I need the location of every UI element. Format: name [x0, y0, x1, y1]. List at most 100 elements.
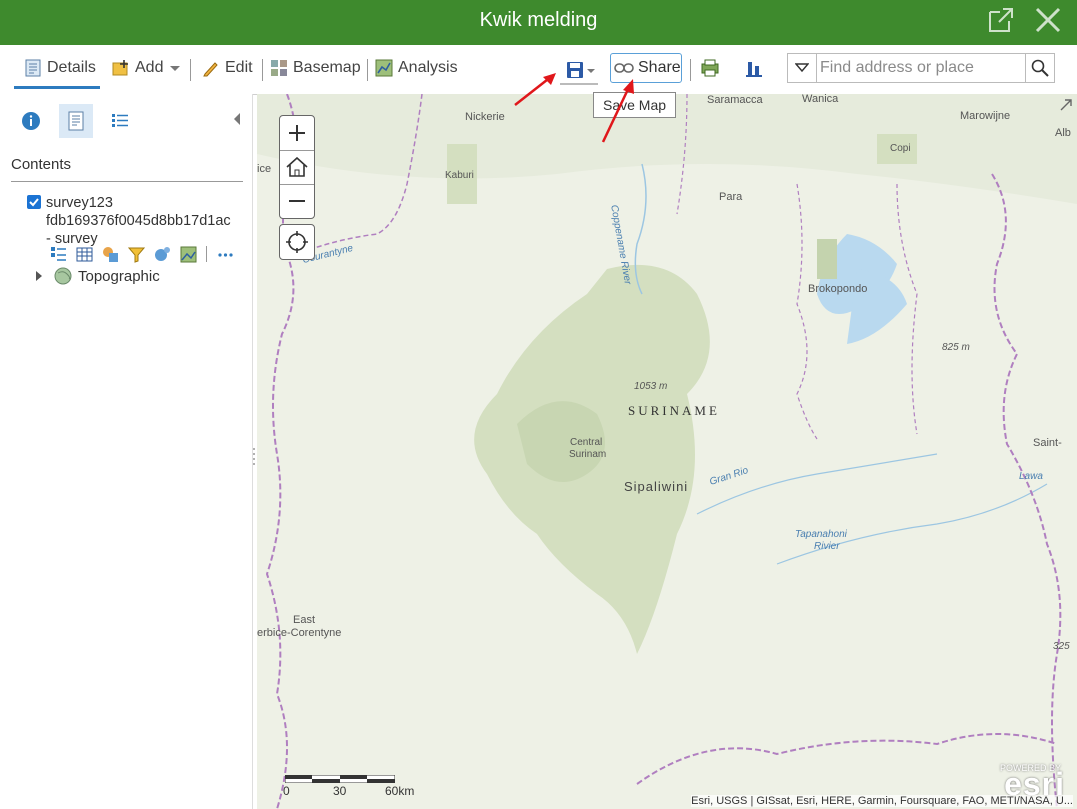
- layer-actions: [50, 245, 243, 263]
- details-icon: [25, 59, 41, 77]
- basemap-button[interactable]: Basemap: [270, 55, 361, 81]
- actions-divider: [206, 246, 207, 262]
- chevron-down-icon: [795, 63, 809, 73]
- map-label-lawa: Lawa: [1019, 471, 1043, 482]
- image-icon[interactable]: [180, 246, 197, 263]
- layer-topographic[interactable]: Topographic: [34, 267, 160, 285]
- basemap-label: Basemap: [293, 59, 361, 76]
- scale-label-60: 60km: [385, 784, 415, 798]
- topographic-basemap: [257, 94, 1077, 809]
- annotation-arrow-icon: [601, 79, 634, 143]
- map-label-sipaliwini: Sipaliwini: [624, 479, 689, 494]
- sidebar: Contents survey123 fdb169376f0045d8bb17d…: [0, 94, 253, 809]
- map-label-alb: Alb: [1055, 127, 1071, 139]
- basemap-icon: [271, 60, 287, 76]
- show-legend-icon[interactable]: [50, 246, 67, 263]
- map-label-brokopondo: Brokopondo: [808, 283, 868, 295]
- home-button[interactable]: [280, 150, 314, 185]
- scale-label-0: 0: [283, 784, 290, 798]
- basemap-globe-icon: [54, 267, 72, 285]
- layer-name: Topographic: [78, 267, 160, 285]
- map-label-berbice: erbice-Corentyne: [257, 627, 342, 639]
- save-button[interactable]: [560, 55, 598, 85]
- map-label-east: East: [293, 614, 316, 626]
- overview-toggle-icon[interactable]: [1059, 98, 1073, 112]
- add-layer-icon: [112, 60, 128, 76]
- tab-about[interactable]: [14, 104, 48, 138]
- layer-visibility-checkbox[interactable]: [27, 195, 41, 209]
- analysis-icon[interactable]: [154, 246, 171, 263]
- details-button[interactable]: Details: [24, 55, 96, 81]
- map-label-ice: ice: [257, 163, 272, 175]
- zoom-out-button[interactable]: [280, 184, 314, 218]
- search-input[interactable]: [818, 56, 1027, 80]
- annotation-arrow-icon: [514, 73, 556, 106]
- toolbar-divider: [262, 59, 263, 81]
- scale-bar: [285, 775, 395, 783]
- info-icon: [22, 112, 40, 130]
- edit-label: Edit: [225, 59, 253, 76]
- filter-icon[interactable]: [128, 246, 145, 263]
- analysis-label: Analysis: [398, 59, 458, 76]
- map-label-wanica: Wanica: [802, 94, 839, 105]
- toolbar-divider: [367, 59, 368, 81]
- change-style-icon[interactable]: [102, 246, 119, 263]
- layer-name[interactable]: survey123 fdb169376f0045d8bb17d1ac - sur…: [46, 194, 252, 248]
- scale-label-30: 30: [333, 784, 347, 798]
- search-button[interactable]: [1025, 54, 1054, 82]
- popout-icon[interactable]: [987, 6, 1015, 34]
- link-icon: [614, 63, 634, 73]
- add-button[interactable]: Add: [112, 55, 181, 81]
- tab-content[interactable]: [59, 104, 93, 138]
- toolbar-divider: [190, 59, 191, 81]
- analysis-button[interactable]: Analysis: [375, 55, 458, 81]
- save-icon: [567, 62, 583, 78]
- layer-name-line: survey123: [46, 195, 113, 211]
- print-button[interactable]: [700, 55, 720, 81]
- details-active-indicator: [14, 86, 100, 89]
- measure-icon: [746, 62, 762, 77]
- more-options-icon[interactable]: [217, 246, 234, 263]
- locate-button[interactable]: [279, 224, 315, 260]
- search-source-dropdown[interactable]: [788, 54, 817, 82]
- content-icon: [68, 111, 84, 131]
- add-label: Add: [135, 59, 164, 76]
- analysis-icon: [375, 59, 393, 77]
- tab-legend[interactable]: [103, 104, 137, 138]
- map-label-central: Central: [570, 437, 603, 448]
- close-icon[interactable]: [1033, 5, 1063, 35]
- search-box: [787, 53, 1055, 83]
- pencil-icon: [203, 62, 218, 77]
- map-view[interactable]: Nickerie Saramacca Wanica Marowijne Alb …: [257, 94, 1077, 809]
- contents-divider: [11, 181, 243, 182]
- chevron-down-icon: [170, 66, 181, 71]
- map-label-nickerie: Nickerie: [465, 111, 505, 123]
- plus-icon: [289, 125, 305, 141]
- map-label-kaburi: Kaburi: [445, 170, 474, 181]
- toolbar-divider: [690, 59, 691, 81]
- panel-resize-handle[interactable]: [252, 446, 256, 466]
- minus-icon: [289, 200, 305, 202]
- measure-button[interactable]: [745, 55, 763, 81]
- map-label-rivier: Rivier: [814, 541, 840, 552]
- map-label-tapanahoni: Tapanahoni: [795, 529, 847, 540]
- map-label-suriname: SURINAME: [628, 403, 720, 418]
- print-icon: [701, 59, 719, 77]
- zoom-controls: [279, 115, 315, 219]
- chevron-down-icon: [587, 69, 595, 73]
- title-bar: Kwik melding: [0, 0, 1077, 45]
- map-label-elevation-1053: 1053 m: [634, 381, 668, 392]
- edit-button[interactable]: Edit: [202, 55, 253, 81]
- map-attribution[interactable]: Esri, USGS | GISsat, Esri, HERE, Garmin,…: [691, 795, 1073, 807]
- zoom-in-button[interactable]: [280, 116, 314, 151]
- search-icon: [1031, 59, 1049, 77]
- map-label-para: Para: [719, 191, 743, 203]
- table-icon[interactable]: [76, 246, 93, 263]
- collapse-panel-icon[interactable]: [232, 112, 242, 126]
- locate-icon: [286, 231, 308, 253]
- map-label-saramacca: Saramacca: [707, 94, 763, 106]
- map-label-marowijne: Marowijne: [960, 110, 1011, 122]
- expand-arrow-icon[interactable]: [34, 270, 44, 282]
- map-label-saint: Saint-: [1033, 437, 1062, 449]
- home-icon: [286, 157, 308, 177]
